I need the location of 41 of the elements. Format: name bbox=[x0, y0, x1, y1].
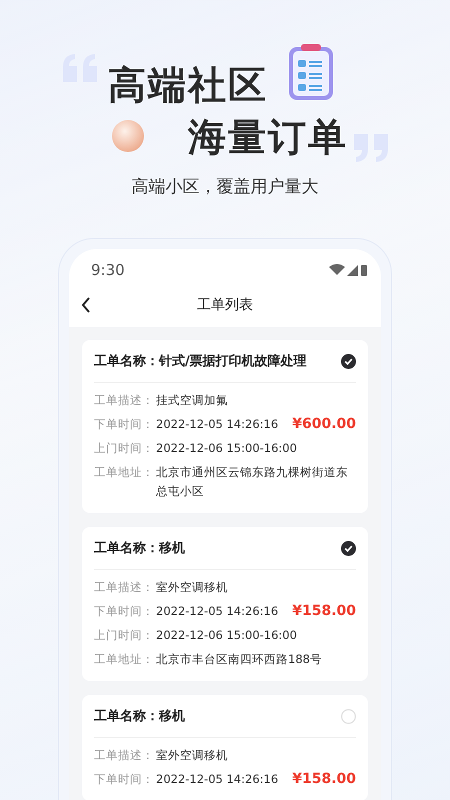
field-value: 2022-12-05 14:26:16 bbox=[156, 603, 280, 620]
field-label: 下单时间： bbox=[94, 771, 154, 788]
order-price: ¥600.00 bbox=[292, 415, 356, 434]
field-value: 2022-12-05 14:26:16 bbox=[156, 771, 280, 788]
subtitle: 高端小区，覆盖用户量大 bbox=[130, 176, 320, 198]
field-value: 室外空调移机 bbox=[156, 747, 229, 764]
status-icons-drawing bbox=[329, 263, 367, 277]
order-name: 工单名称：针式/票据打印机故障处理 bbox=[94, 352, 307, 370]
field-label: 工单描述： bbox=[94, 747, 154, 764]
order-card[interactable]: 工单名称：针式/票据打印机故障处理 工单描述： 挂式空调加氟 下单时间： 2022-12-05 14:26:16 ¥600.00 上门时间： 2022-12-06 15:00-16:00 工单地址： 北京市通州区云锦东路九棵树街道东总屯小区 bbox=[82, 340, 368, 513]
field-label: 下单时间： bbox=[94, 416, 154, 433]
field-value: 室外空调移机 bbox=[156, 579, 229, 596]
field-label: 工单描述： bbox=[94, 392, 154, 409]
field-label: 下单时间： bbox=[94, 603, 154, 620]
field-value: 挂式空调加氟 bbox=[156, 392, 229, 409]
field-label: 工单地址： bbox=[94, 464, 154, 481]
field-label: 工单描述： bbox=[94, 579, 154, 596]
checked-icon[interactable] bbox=[341, 540, 356, 556]
order-card[interactable]: 工单名称：移机 工单描述： 室外空调移机 下单时间： 2022-12-05 14:26:16 ¥158.00 上门时间： 2022-12-06 15:00-16:00 工单地址： 北京市丰台区南四环西路188号 bbox=[82, 527, 368, 681]
checked-icon[interactable] bbox=[341, 354, 356, 368]
order-price: ¥158.00 bbox=[292, 602, 356, 621]
field-value: 北京市丰台区南四环西路188号 bbox=[156, 651, 323, 668]
field-label: 上门时间： bbox=[94, 627, 154, 644]
checklist-icon bbox=[288, 43, 334, 101]
back-button[interactable] bbox=[81, 297, 91, 313]
field-label: 上门时间： bbox=[94, 440, 154, 457]
headline: 高端社区 bbox=[108, 62, 268, 109]
sphere-icon bbox=[112, 120, 144, 152]
order-card[interactable]: 工单名称：移机 工单描述： 室外空调移机 下单时间： 2022-12-05 14:26:16 ¥158.00 bbox=[82, 695, 368, 800]
headline: 海量订单 bbox=[188, 114, 348, 161]
order-name: 工单名称：移机 bbox=[94, 540, 185, 557]
field-value: 2022-12-06 15:00-16:00 bbox=[156, 440, 298, 457]
unchecked-circle-icon[interactable] bbox=[341, 708, 356, 724]
page-title: 工单列表 bbox=[197, 296, 253, 314]
field-value: 北京市通州区云锦东路九棵树街道东总屯小区 bbox=[156, 464, 349, 500]
field-value: 2022-12-06 15:00-16:00 bbox=[156, 627, 298, 644]
field-value: 2022-12-05 14:26:16 bbox=[156, 416, 280, 433]
order-price: ¥158.00 bbox=[292, 770, 356, 789]
order-name: 工单名称：移机 bbox=[94, 708, 185, 725]
field-label: 工单地址： bbox=[94, 651, 154, 668]
status-time: 9:30 bbox=[91, 261, 125, 279]
